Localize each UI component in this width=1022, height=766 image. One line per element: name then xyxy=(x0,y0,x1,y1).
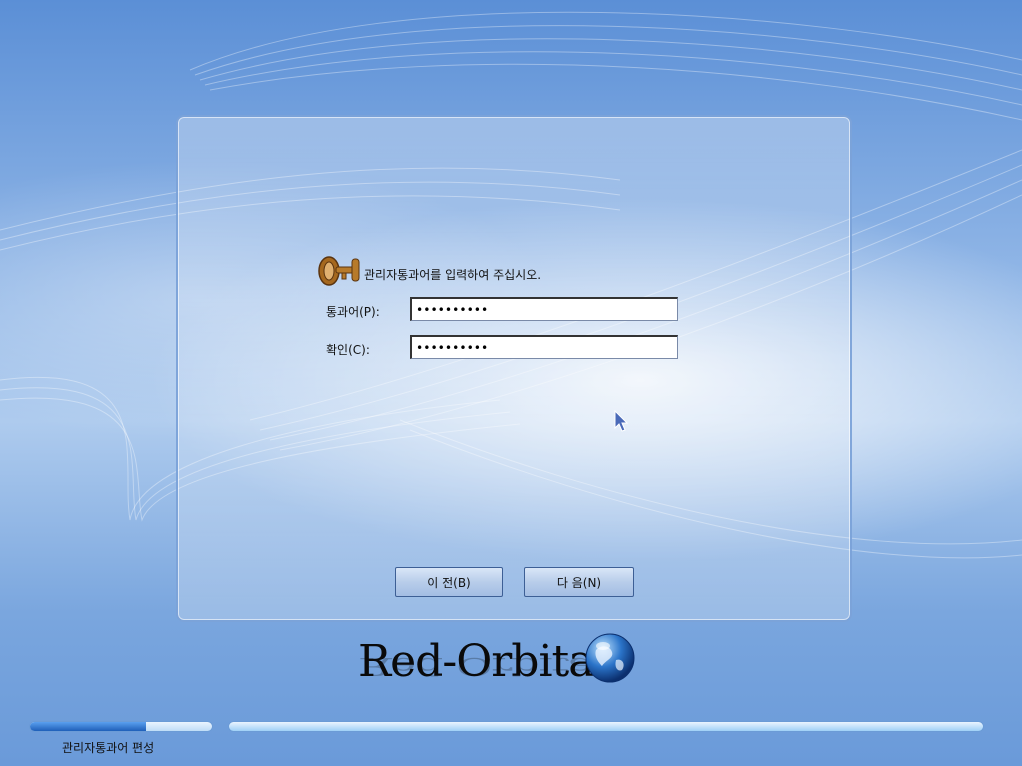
step-progress-fill xyxy=(30,722,147,731)
mouse-pointer-icon xyxy=(614,410,629,432)
password-label: 통과어(P): xyxy=(326,305,380,319)
step-progress-bar xyxy=(29,721,213,732)
confirm-password-field[interactable] xyxy=(410,335,678,359)
password-dialog xyxy=(176,115,852,622)
status-text: 관리자통과어 편성 xyxy=(62,741,155,755)
prompt-text: 관리자통과어를 입력하여 주십시오. xyxy=(364,267,542,282)
prompt-row: 관리자통과어를 입력하여 주십시오. xyxy=(318,255,541,287)
back-button[interactable]: 이 전(B) xyxy=(395,567,503,597)
overall-progress-track xyxy=(228,721,984,732)
next-button[interactable]: 다 음(N) xyxy=(524,567,634,597)
password-field[interactable] xyxy=(410,297,678,321)
confirm-password-label: 확인(C): xyxy=(326,343,370,357)
red-orbita-logo: Red-Orbita Red-Orbita xyxy=(358,633,648,726)
key-icon xyxy=(318,256,360,286)
globe-icon xyxy=(585,633,635,683)
logo-reflection: Red-Orbita xyxy=(358,651,594,680)
